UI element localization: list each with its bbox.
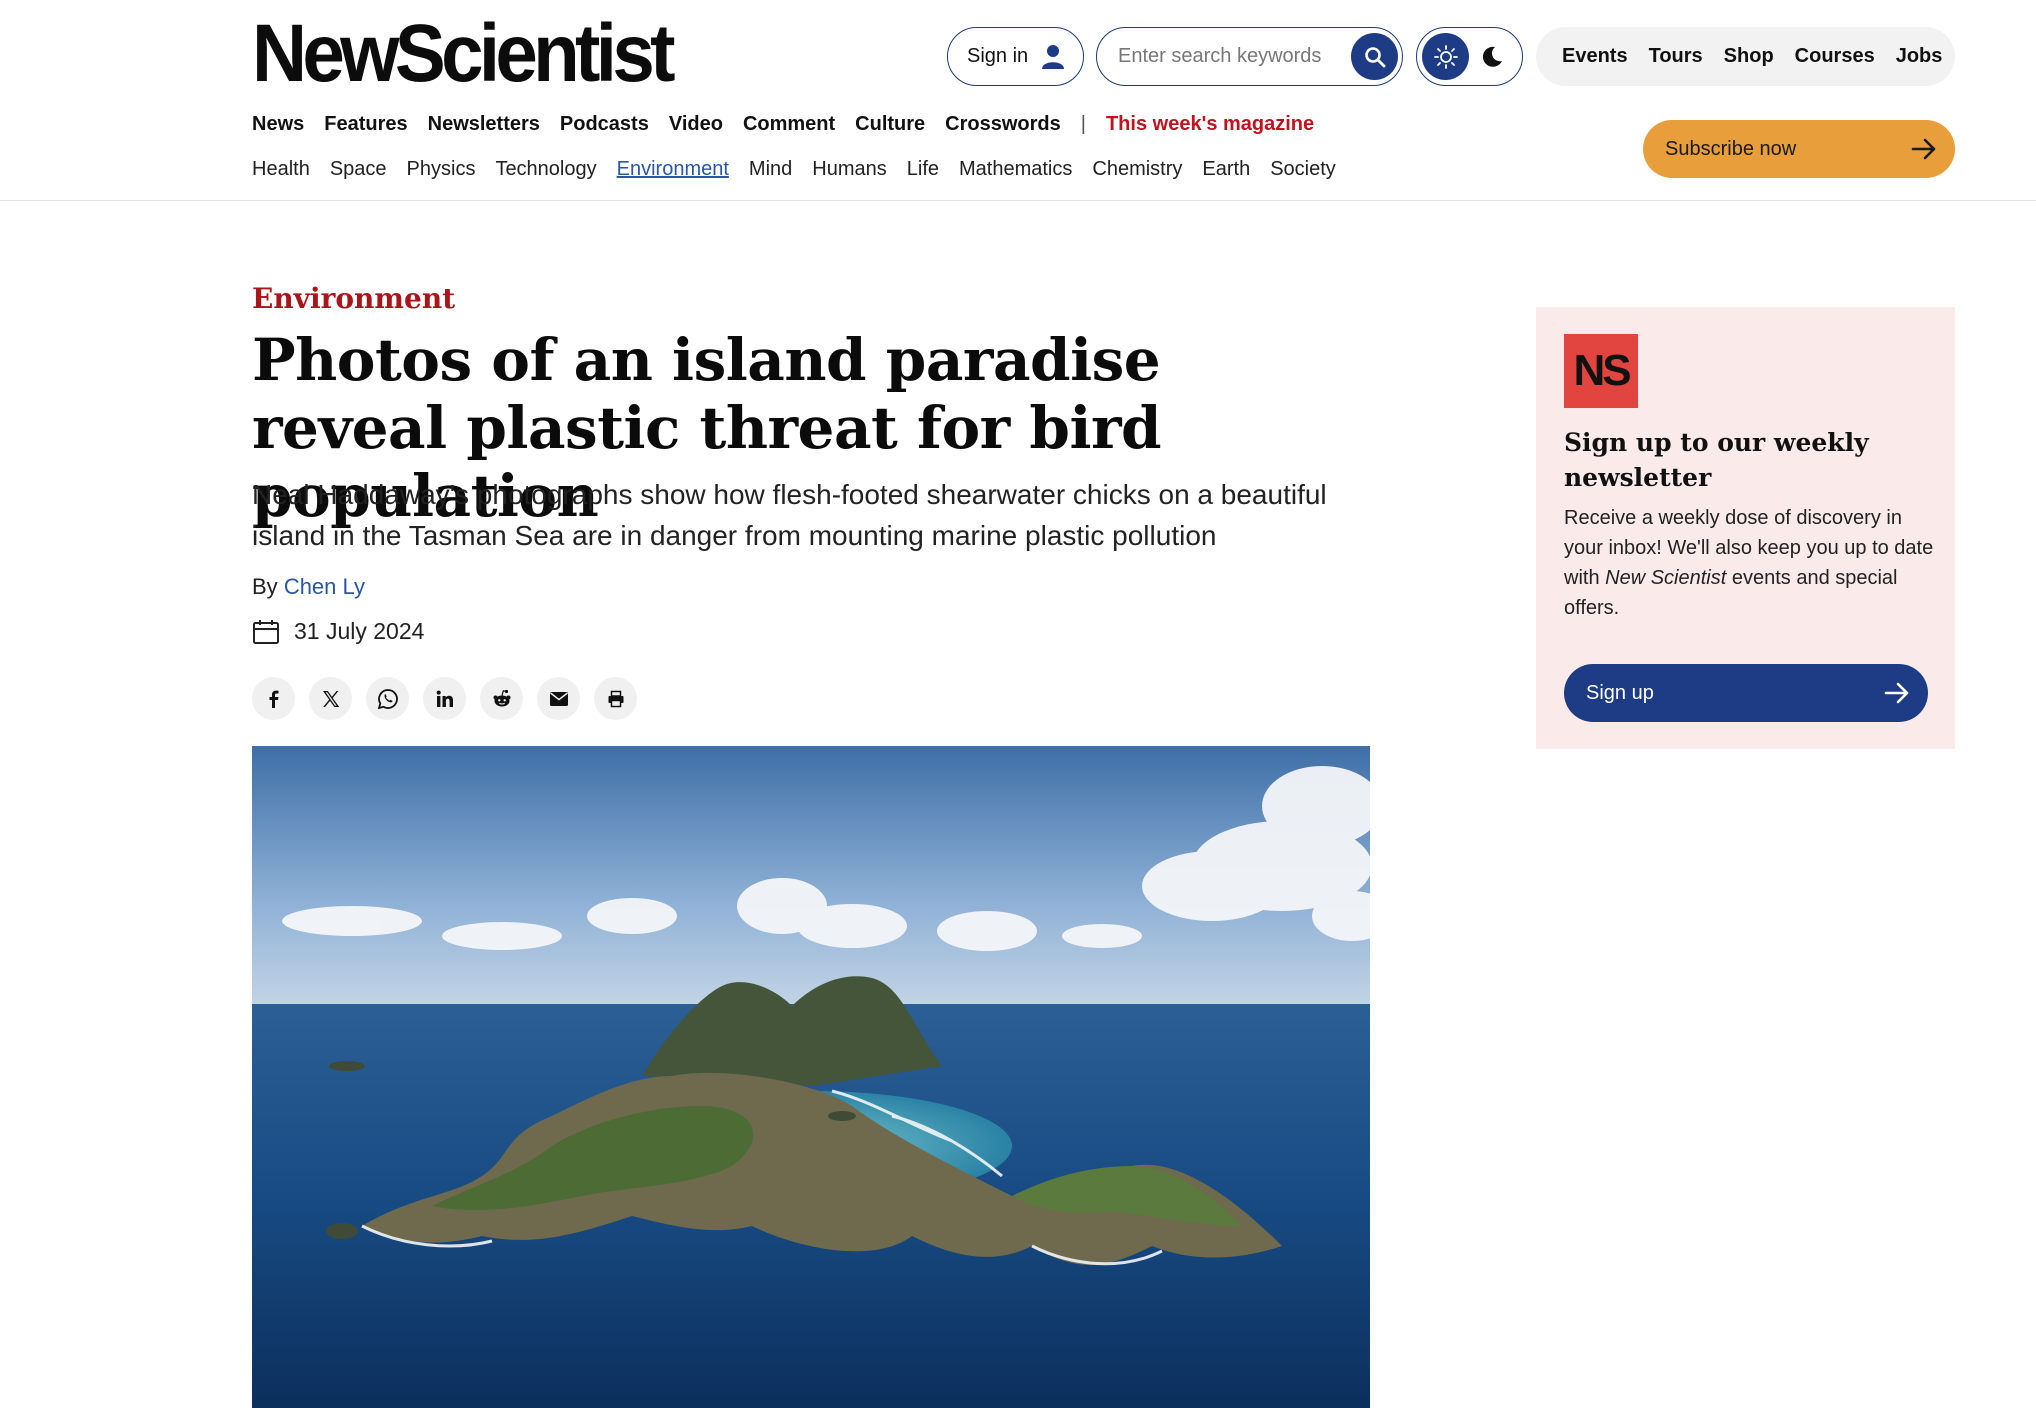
reddit-icon xyxy=(493,689,510,706)
publish-date: 31 July 2024 xyxy=(252,618,424,645)
share-bar xyxy=(252,677,637,720)
main-nav-comment[interactable]: Comment xyxy=(743,113,835,136)
topic-health[interactable]: Health xyxy=(252,158,310,181)
arrow-right-icon xyxy=(1911,137,1937,167)
search-bar[interactable]: Enter search keywords xyxy=(1096,27,1403,86)
share-linkedin-button[interactable] xyxy=(423,677,466,720)
main-nav-features[interactable]: Features xyxy=(324,113,407,136)
print-icon xyxy=(608,690,623,707)
newsletter-description: Receive a weekly dose of discovery in yo… xyxy=(1564,503,1939,623)
subscribe-button[interactable]: Subscribe now xyxy=(1643,120,1955,178)
util-nav-events[interactable]: Events xyxy=(1562,45,1628,68)
sign-in-label: Sign in xyxy=(967,45,1029,67)
email-icon xyxy=(549,691,568,706)
newsletter-signup-button[interactable]: Sign up xyxy=(1564,664,1928,722)
author-link[interactable]: Chen Ly xyxy=(284,574,365,599)
publish-date-text: 31 July 2024 xyxy=(294,618,425,644)
facebook-icon xyxy=(269,690,278,708)
main-nav-newsletters[interactable]: Newsletters xyxy=(428,113,540,136)
ns-logo: NS xyxy=(1564,334,1638,408)
share-x-button[interactable] xyxy=(309,677,352,720)
share-facebook-button[interactable] xyxy=(252,677,295,720)
main-nav-crosswords[interactable]: Crosswords xyxy=(945,113,1061,136)
sign-in-button[interactable]: Sign in xyxy=(947,27,1084,86)
share-email-button[interactable] xyxy=(537,677,580,720)
calendar-icon xyxy=(253,619,279,644)
whatsapp-icon xyxy=(377,688,398,709)
topic-mind[interactable]: Mind xyxy=(749,158,792,181)
light-mode-button[interactable] xyxy=(1422,33,1469,80)
topic-society[interactable]: Society xyxy=(1270,158,1336,181)
main-nav-news[interactable]: News xyxy=(252,113,304,136)
share-whatsapp-button[interactable] xyxy=(366,677,409,720)
nav-separator: | xyxy=(1080,113,1086,135)
hero-image xyxy=(252,746,1370,1408)
sun-icon xyxy=(1433,44,1458,69)
byline-prefix: By xyxy=(252,574,278,599)
user-icon xyxy=(1039,42,1067,76)
dark-mode-button[interactable] xyxy=(1480,45,1504,74)
util-nav-shop[interactable]: Shop xyxy=(1724,45,1774,68)
newsletter-brand-name: New Scientist xyxy=(1605,567,1727,589)
util-nav-jobs[interactable]: Jobs xyxy=(1896,45,1943,68)
search-icon xyxy=(1364,46,1385,67)
util-nav-tours[interactable]: Tours xyxy=(1649,45,1703,68)
byline: By Chen Ly xyxy=(252,574,365,600)
main-nav-podcasts[interactable]: Podcasts xyxy=(560,113,649,136)
topic-chemistry[interactable]: Chemistry xyxy=(1092,158,1182,181)
linkedin-icon xyxy=(436,690,453,707)
topic-space[interactable]: Space xyxy=(330,158,387,181)
topic-physics[interactable]: Physics xyxy=(407,158,476,181)
topic-humans[interactable]: Humans xyxy=(812,158,886,181)
util-nav-courses[interactable]: Courses xyxy=(1795,45,1875,68)
print-button[interactable] xyxy=(594,677,637,720)
search-input[interactable]: Enter search keywords xyxy=(1118,45,1321,68)
topic-technology[interactable]: Technology xyxy=(495,158,596,181)
magazine-link[interactable]: This week's magazine xyxy=(1106,113,1314,136)
topic-mathematics[interactable]: Mathematics xyxy=(959,158,1072,181)
article-section-label[interactable]: Environment xyxy=(252,282,455,315)
newsletter-title: Sign up to our weekly newsletter xyxy=(1564,428,1869,492)
header-divider xyxy=(0,200,2036,201)
x-icon xyxy=(322,690,339,707)
share-reddit-button[interactable] xyxy=(480,677,523,720)
arrow-right-icon xyxy=(1884,681,1910,711)
topic-life[interactable]: Life xyxy=(907,158,939,181)
topic-earth[interactable]: Earth xyxy=(1202,158,1250,181)
main-nav: News Features Newsletters Podcasts Video… xyxy=(252,113,1314,136)
search-button[interactable] xyxy=(1351,33,1398,80)
newsletter-signup-panel: NS Sign up to our weekly newsletter Rece… xyxy=(1536,307,1955,749)
utility-nav: Events Tours Shop Courses Jobs xyxy=(1536,27,1955,86)
article-standfirst: Neal Haddaway's photographs show how fle… xyxy=(252,479,1327,551)
main-nav-video[interactable]: Video xyxy=(669,113,723,136)
topic-nav: Health Space Physics Technology Environm… xyxy=(252,158,1336,181)
main-nav-culture[interactable]: Culture xyxy=(855,113,925,136)
subscribe-label: Subscribe now xyxy=(1665,137,1797,160)
moon-icon xyxy=(1482,46,1502,67)
theme-toggle[interactable] xyxy=(1416,27,1523,86)
topic-environment[interactable]: Environment xyxy=(617,158,729,181)
new-scientist-logo[interactable]: NewScientist xyxy=(252,13,676,95)
newsletter-signup-label: Sign up xyxy=(1586,681,1654,704)
